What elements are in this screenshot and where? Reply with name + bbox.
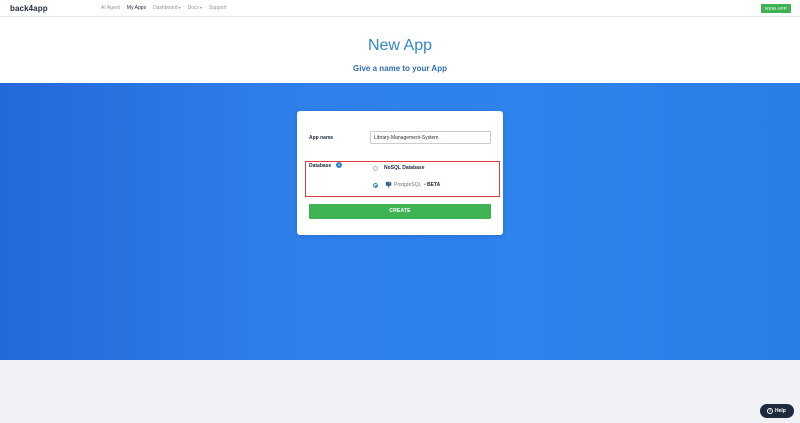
help-label: Help: [775, 408, 786, 414]
new-app-button[interactable]: NEW APP: [761, 4, 791, 13]
nav-link-my-apps[interactable]: My Apps: [127, 5, 146, 11]
help-button[interactable]: ? Help: [760, 404, 794, 418]
nav-link-label: My Apps: [126, 5, 147, 11]
postgresql-radio[interactable]: [373, 183, 378, 188]
nav-link-label: Dashboard: [153, 5, 178, 11]
nav-link-label: Support: [209, 5, 227, 11]
postgresql-option[interactable]: PostgreSQL • BETA: [382, 179, 446, 190]
nav-link-docs[interactable]: Docs▾: [188, 5, 202, 11]
page-header: New App Give a name to your App: [0, 17, 800, 83]
chevron-down-icon: ▾: [199, 5, 202, 10]
create-button[interactable]: CREATE: [309, 204, 491, 219]
nav-link-label: Docs: [187, 5, 199, 11]
beta-badge: BETA: [427, 182, 441, 188]
nav-link-ai-agent[interactable]: AI Agent: [101, 5, 120, 11]
postgresql-elephant-icon: [385, 181, 392, 188]
app-name-input[interactable]: [370, 131, 491, 144]
nav-link-dashboard[interactable]: Dashboard▾: [153, 5, 180, 11]
nav-link-label: AI Agent: [101, 5, 120, 11]
app-name-label: App name: [309, 135, 334, 141]
page-title: New App: [367, 37, 433, 54]
page-subtitle: Give a name to your App: [353, 64, 447, 73]
new-app-form-card: App name Database i NoSQL Database Postg…: [297, 111, 503, 235]
nosql-option-label: NoSQL Database: [384, 165, 425, 171]
nosql-radio[interactable]: [373, 166, 378, 171]
postgresql-option-label: PostgreSQL: [394, 182, 422, 188]
nav-links: AI Agent My Apps Dashboard▾ Docs▾ Suppor…: [101, 5, 227, 11]
option-separator: •: [424, 182, 426, 188]
back4app-logo[interactable]: back4app: [10, 4, 48, 13]
question-icon: ?: [767, 408, 773, 414]
top-navbar: back4app AI Agent My Apps Dashboard▾ Doc…: [0, 0, 800, 17]
chevron-down-icon: ▾: [178, 5, 181, 10]
nav-link-support[interactable]: Support: [209, 5, 227, 11]
